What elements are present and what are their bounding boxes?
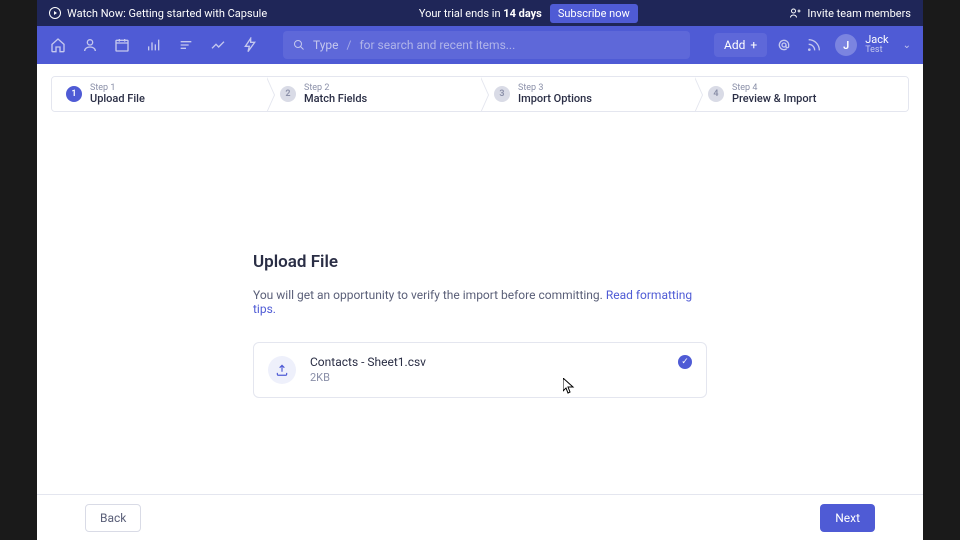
trend-icon[interactable] <box>209 36 227 54</box>
chevron-down-icon: ⌄ <box>903 40 911 51</box>
watch-now-text: Watch Now: Getting started with Capsule <box>67 7 267 20</box>
user-menu[interactable]: J Jack Test ⌄ <box>835 34 911 56</box>
calendar-icon[interactable] <box>113 36 131 54</box>
footer: Back Next <box>37 494 923 540</box>
trial-info: Your trial ends in 14 days Subscribe now <box>419 4 638 23</box>
play-circle-icon <box>49 7 61 19</box>
bar-chart-icon[interactable] <box>145 36 163 54</box>
person-icon[interactable] <box>81 36 99 54</box>
next-button[interactable]: Next <box>820 504 875 532</box>
file-name: Contacts - Sheet1.csv <box>310 355 426 371</box>
home-icon[interactable] <box>49 36 67 54</box>
user-account: Test <box>865 46 888 56</box>
bolt-icon[interactable] <box>241 36 259 54</box>
search-input[interactable]: Type / for search and recent items... <box>283 31 690 59</box>
watch-now-link[interactable]: Watch Now: Getting started with Capsule <box>49 7 267 20</box>
feed-icon[interactable] <box>805 36 823 54</box>
page-subtitle: You will get an opportunity to verify th… <box>253 288 707 316</box>
step-upload-file[interactable]: 1 Step 1Upload File <box>52 77 266 111</box>
page-title: Upload File <box>253 252 707 272</box>
step-preview-import[interactable]: 4 Step 4Preview & Import <box>694 77 908 111</box>
subscribe-button[interactable]: Subscribe now <box>550 4 638 23</box>
step-match-fields[interactable]: 2 Step 2Match Fields <box>266 77 480 111</box>
check-icon: ✓ <box>678 355 692 369</box>
mention-icon[interactable] <box>775 36 793 54</box>
back-button[interactable]: Back <box>85 504 141 532</box>
stepper: 1 Step 1Upload File 2 Step 2Match Fields… <box>51 76 909 112</box>
promo-bar: Watch Now: Getting started with Capsule … <box>37 0 923 26</box>
upload-icon <box>268 356 296 384</box>
step-import-options[interactable]: 3 Step 3Import Options <box>480 77 694 111</box>
invite-members-link[interactable]: Invite team members <box>789 7 911 20</box>
list-icon[interactable] <box>177 36 195 54</box>
avatar: J <box>835 34 857 56</box>
add-button[interactable]: Add + <box>714 33 767 57</box>
main-content: Upload File You will get an opportunity … <box>37 112 923 494</box>
search-icon <box>293 39 305 51</box>
plus-icon: + <box>750 38 757 52</box>
user-plus-icon <box>789 7 801 19</box>
file-size: 2KB <box>310 371 426 385</box>
uploaded-file-card[interactable]: Contacts - Sheet1.csv 2KB ✓ <box>253 342 707 398</box>
navbar: Type / for search and recent items... Ad… <box>37 26 923 64</box>
